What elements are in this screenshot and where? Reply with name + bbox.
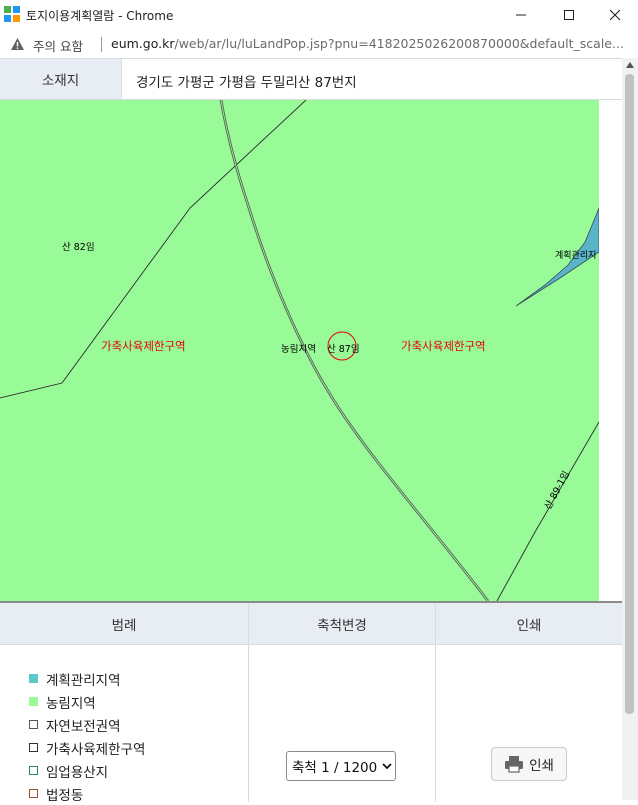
column-divider — [435, 603, 436, 802]
legend-label: 자연보전권역 — [46, 718, 121, 735]
legend-swatch — [29, 766, 38, 775]
scale-header: 축척변경 — [249, 603, 435, 645]
legend-label: 임업용산지 — [46, 764, 109, 781]
legend-item: 농림지역 — [29, 690, 145, 713]
agri-forest-label: 농림지역 — [281, 344, 316, 355]
legend-swatch — [29, 697, 38, 706]
close-button[interactable] — [592, 0, 638, 30]
app-icon — [4, 6, 20, 22]
bottom-panel: 범례 축척변경 인쇄 계획관리지역농림지역자연보전권역가축사육제한구역임업용산지… — [0, 601, 622, 804]
security-status[interactable]: 주의 요함 — [33, 36, 83, 55]
print-label: 인쇄 — [529, 758, 554, 774]
legend-label: 농림지역 — [46, 695, 96, 712]
legend-swatch — [29, 674, 38, 683]
land-use-map[interactable]: 산 82임 농림지역 산 87임 계획관리지 산 89-1임 가축사육제한구역 … — [0, 100, 599, 601]
location-value: 경기도 가평군 가평읍 두밀리산 87번지 — [136, 75, 357, 91]
maximize-button[interactable] — [546, 0, 592, 30]
url-host: eum.go.kr — [111, 36, 175, 51]
legend-label: 가축사육제한구역 — [46, 741, 146, 758]
plan-mgmt-label: 계획관리지 — [555, 251, 597, 261]
parcel-label-87: 산 87임 — [327, 344, 360, 355]
legend-label: 계획관리지역 — [46, 672, 121, 689]
url-path: /web/ar/lu/luLandPop.jsp?pnu=41820250262… — [174, 36, 624, 51]
scroll-thumb[interactable] — [625, 74, 634, 714]
legend-swatch — [29, 743, 38, 752]
legend-item: 법정동 — [29, 782, 145, 805]
address-bar[interactable]: 주의 요함 eum.go.kr/web/ar/lu/luLandPop.jsp?… — [0, 30, 638, 58]
scrollbar[interactable] — [622, 58, 638, 800]
legend-label: 법정동 — [46, 787, 84, 804]
parcel-boundary-right — [496, 421, 599, 601]
column-divider — [248, 603, 249, 802]
legend-item: 임업용산지 — [29, 759, 145, 782]
legend-item: 가축사육제한구역 — [29, 736, 145, 759]
location-label: 소재지 — [0, 59, 122, 99]
legend-item: 자연보전권역 — [29, 713, 145, 736]
minimize-icon — [516, 14, 526, 16]
window-title: 토지이용계획열람 - Chrome — [26, 9, 174, 23]
scroll-up-button[interactable] — [622, 58, 638, 72]
maximize-icon — [564, 10, 574, 20]
url-text[interactable]: eum.go.kr/web/ar/lu/luLandPop.jsp?pnu=41… — [111, 36, 636, 51]
print-header: 인쇄 — [436, 603, 622, 645]
print-button[interactable]: 인쇄 — [491, 747, 567, 781]
zone-label-left: 가축사육제한구역 — [101, 339, 186, 353]
legend-swatch — [29, 720, 38, 729]
close-icon — [609, 9, 621, 21]
location-row: 소재지 경기도 가평군 가평읍 두밀리산 87번지 — [0, 58, 622, 100]
legend-swatch — [29, 789, 38, 798]
legend-item: 계획관리지역 — [29, 667, 145, 690]
address-divider — [101, 37, 102, 52]
scale-select[interactable]: 축척 1 / 1200 — [286, 751, 396, 781]
chevron-down-icon — [382, 763, 392, 770]
zone-label-right: 가축사육제한구역 — [401, 339, 486, 353]
arrow-up-icon — [626, 62, 634, 68]
warning-icon[interactable] — [10, 37, 25, 51]
legend-list: 계획관리지역농림지역자연보전권역가축사육제한구역임업용산지법정동 — [29, 667, 145, 805]
scale-value: 축척 1 / 1200 — [292, 760, 378, 776]
map-margin — [599, 100, 622, 601]
legend-header: 범례 — [0, 603, 248, 645]
printer-icon — [505, 756, 524, 773]
parcel-label-82: 산 82임 — [62, 242, 95, 253]
title-bar: 토지이용계획열람 - Chrome — [0, 0, 638, 30]
minimize-button[interactable] — [498, 0, 544, 30]
